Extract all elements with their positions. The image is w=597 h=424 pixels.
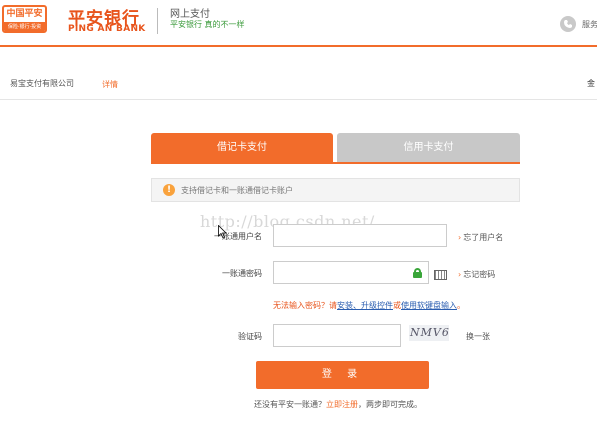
amount-label: 金 bbox=[587, 79, 595, 88]
pingan-logo: 中国平安 保险·银行·投资 bbox=[2, 5, 47, 33]
username-input[interactable] bbox=[273, 224, 447, 247]
password-label: 一账通密码 bbox=[222, 269, 262, 278]
register-suffix: ，两步即可完成。 bbox=[358, 400, 422, 409]
lock-icon bbox=[413, 268, 422, 278]
forgot-password-text: 忘记密码 bbox=[463, 270, 496, 279]
password-help-line: 无法输入密码？请安装、升级控件或使用软键盘输入。 bbox=[273, 300, 465, 311]
mouse-cursor-icon bbox=[218, 225, 227, 239]
register-link[interactable]: 立即注册 bbox=[326, 400, 358, 409]
slogan: 平安银行 真的不一样 bbox=[170, 20, 245, 29]
service-link[interactable]: 服务 bbox=[582, 19, 597, 30]
forgot-username-link[interactable]: › 忘了用户名 bbox=[458, 232, 503, 243]
install-control-link[interactable]: 安装、升级控件 bbox=[337, 301, 393, 310]
logo-top-text: 中国平安 bbox=[6, 9, 43, 19]
login-button[interactable]: 登 录 bbox=[256, 361, 429, 389]
arrow-icon: › bbox=[458, 270, 462, 279]
forgot-password-link[interactable]: › 忘记密码 bbox=[458, 269, 495, 280]
keyboard-icon[interactable] bbox=[434, 270, 447, 280]
bank-name-en: PING AN BANK bbox=[68, 24, 146, 34]
info-icon: ! bbox=[163, 184, 175, 196]
header: 中国平安 保险·银行·投资 平安银行 PING AN BANK 网上支付 平安银… bbox=[0, 0, 597, 46]
tab-credit-card[interactable]: 信用卡支付 bbox=[337, 133, 520, 162]
refresh-captcha-link[interactable]: 换一张 bbox=[466, 331, 490, 342]
tab-underline bbox=[151, 162, 520, 164]
forgot-username-text: 忘了用户名 bbox=[463, 233, 504, 242]
logo-bottom-text: 保险·银行·投资 bbox=[4, 22, 45, 31]
captcha-image[interactable]: NMV6 bbox=[409, 325, 449, 341]
header-divider bbox=[157, 8, 158, 34]
register-line: 还没有平安一账通？立即注册，两步即可完成。 bbox=[254, 399, 422, 410]
arrow-icon: › bbox=[458, 233, 462, 242]
captcha-input[interactable] bbox=[273, 324, 401, 347]
header-accent-line bbox=[0, 45, 597, 47]
password-input[interactable] bbox=[273, 261, 429, 284]
merchant-detail-link[interactable]: 详情 bbox=[102, 79, 118, 90]
captcha-label: 验证码 bbox=[238, 332, 262, 341]
username-label: 一账通用户名 bbox=[214, 232, 262, 241]
warning-or: 或 bbox=[393, 301, 401, 310]
merchant-bar: 易宝支付有限公司 详情 金 bbox=[0, 66, 597, 100]
product-title: 网上支付 bbox=[170, 9, 210, 20]
notice-box: ! 支持借记卡和一账通借记卡账户 bbox=[151, 178, 520, 202]
warning-text: 无法输入密码？请 bbox=[273, 301, 337, 310]
merchant-name: 易宝支付有限公司 bbox=[10, 79, 74, 88]
tab-debit-card[interactable]: 借记卡支付 bbox=[151, 133, 333, 162]
register-prefix: 还没有平安一账通？ bbox=[254, 400, 326, 409]
notice-text: 支持借记卡和一账通借记卡账户 bbox=[181, 186, 293, 195]
soft-keyboard-link[interactable]: 使用软键盘输入 bbox=[401, 301, 457, 310]
phone-icon[interactable] bbox=[560, 16, 576, 32]
warning-end: 。 bbox=[457, 301, 465, 310]
